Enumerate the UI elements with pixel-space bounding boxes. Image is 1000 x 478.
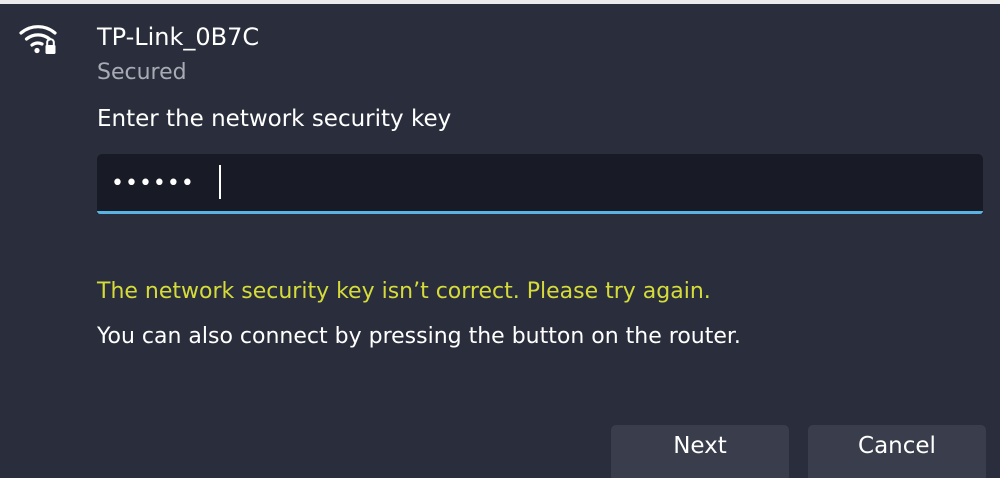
error-message: The network security key isn’t correct. … [97,279,711,304]
lock-icon [45,38,56,54]
network-status: Secured [97,60,187,85]
wifi-secured-icon [19,25,57,54]
text-cursor [219,165,221,199]
next-button[interactable]: Next [611,425,789,478]
security-key-field[interactable] [97,154,983,214]
router-button-hint: You can also connect by pressing the but… [97,324,741,349]
network-name: TP-Link_0B7C [97,23,260,51]
window-edge [0,0,1000,4]
security-key-label: Enter the network security key [97,106,452,132]
wifi-connect-panel: TP-Link_0B7C Secured Enter the network s… [0,0,1000,478]
cancel-button[interactable]: Cancel [808,425,986,478]
security-key-input[interactable] [111,162,951,204]
